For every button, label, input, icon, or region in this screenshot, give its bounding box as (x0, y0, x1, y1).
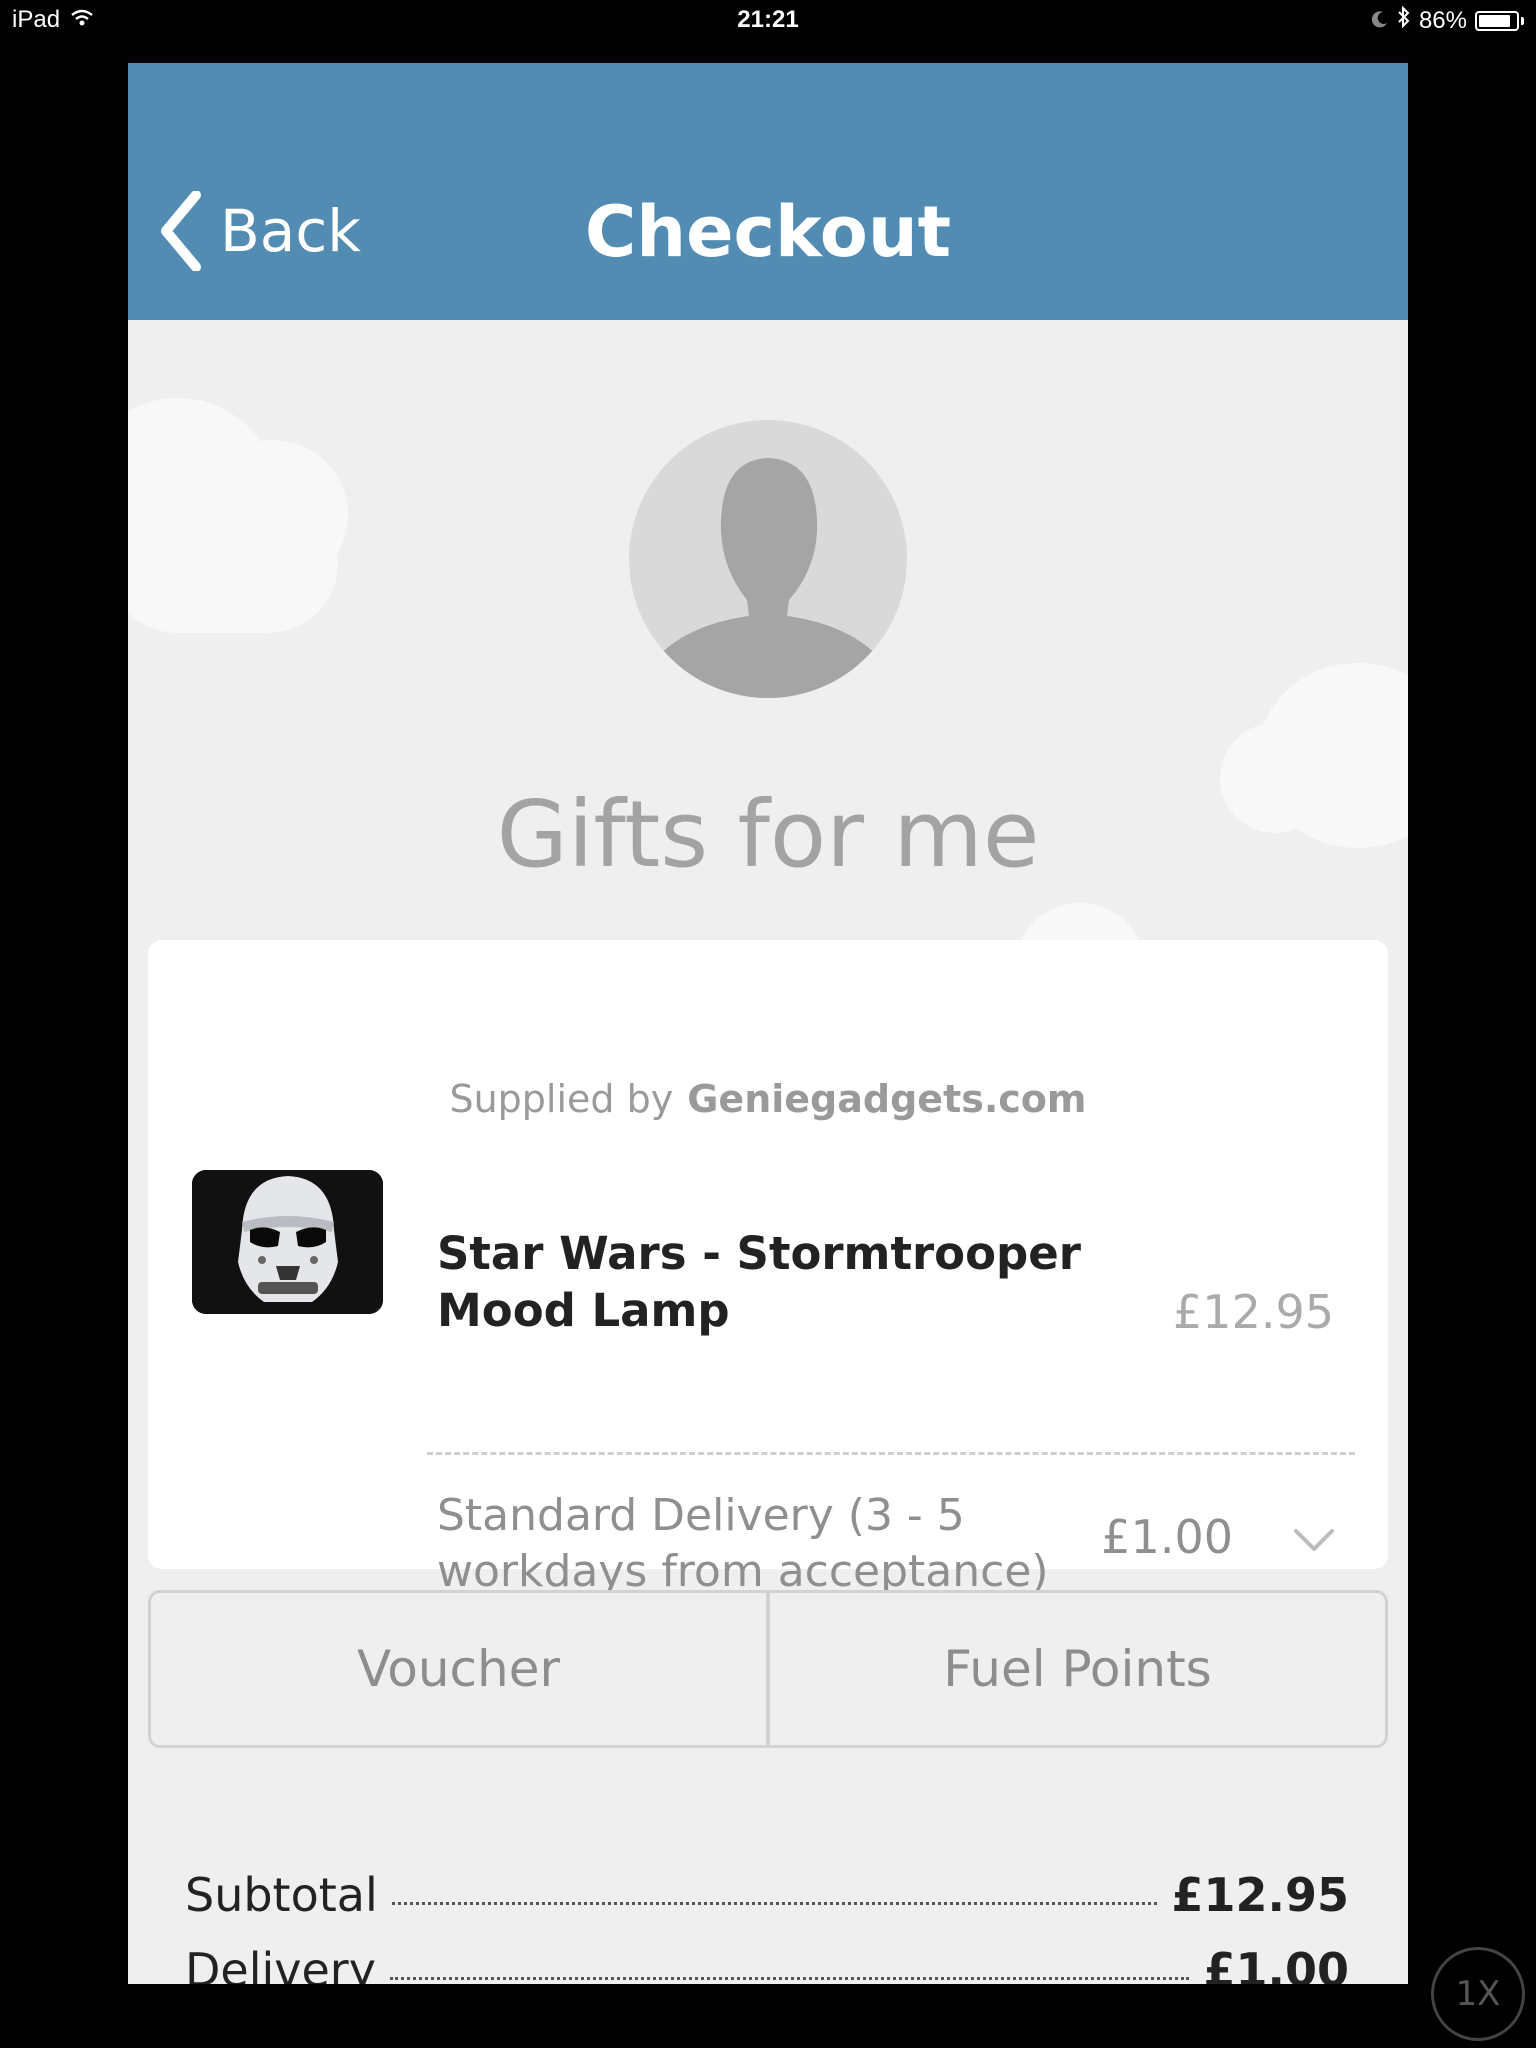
dot-leader (389, 1977, 1190, 1980)
delivery-option[interactable]: Standard Delivery (3 - 5 workdays from a… (437, 1488, 1077, 1600)
fuel-points-button[interactable]: Fuel Points (768, 1590, 1388, 1748)
nav-bar: Back Checkout (128, 63, 1408, 320)
delivery-row: Delivery £1.00 (185, 1943, 1349, 1984)
avatar (629, 420, 907, 698)
chevron-down-icon[interactable] (1292, 1527, 1336, 1557)
battery-percent: 86% (1418, 6, 1467, 34)
supplier-line: Supplied by Geniegadgets.com (148, 1077, 1388, 1121)
dot-leader (391, 1902, 1158, 1905)
discount-actions: Voucher Fuel Points (148, 1590, 1388, 1748)
subtotal-row: Subtotal £12.95 (185, 1868, 1349, 1922)
supplier-name: Geniegadgets.com (687, 1077, 1087, 1121)
delivery-price: £1.00 (1101, 1510, 1233, 1564)
battery-fill (1479, 14, 1510, 27)
voucher-button[interactable]: Voucher (148, 1590, 768, 1748)
zoom-toggle-button[interactable]: 1X (1431, 1947, 1525, 2041)
product-name: Star Wars - Stormtrooper Mood Lamp (437, 1227, 1081, 1337)
status-bar: iPad 21:21 86% (0, 0, 1536, 40)
product-price: £12.95 (1173, 1285, 1334, 1339)
status-time: 21:21 (737, 6, 799, 33)
checkout-screen: Back Checkout Gifts for me Supplied by Ge… (128, 63, 1408, 1984)
subtotal-label: Subtotal (185, 1868, 378, 1922)
product-image (192, 1170, 383, 1314)
divider (427, 1452, 1355, 1455)
order-card: Supplied by Geniegadgets.com Star Wars - … (148, 940, 1388, 1597)
subtotal-value: £12.95 (1171, 1868, 1349, 1922)
battery-icon (1475, 10, 1519, 31)
person-silhouette-icon (629, 458, 907, 698)
status-right: 86% (1371, 5, 1524, 35)
delivery-value: £1.00 (1203, 1943, 1349, 1984)
battery-tip (1521, 16, 1524, 25)
recipient-name: Gifts for me (496, 781, 1040, 888)
delivery-label: Delivery (185, 1943, 376, 1984)
supplied-by-label: Supplied by (449, 1077, 674, 1121)
page-title: Checkout (584, 191, 952, 273)
bluetooth-icon (1397, 5, 1411, 35)
moon-icon (1371, 7, 1389, 35)
